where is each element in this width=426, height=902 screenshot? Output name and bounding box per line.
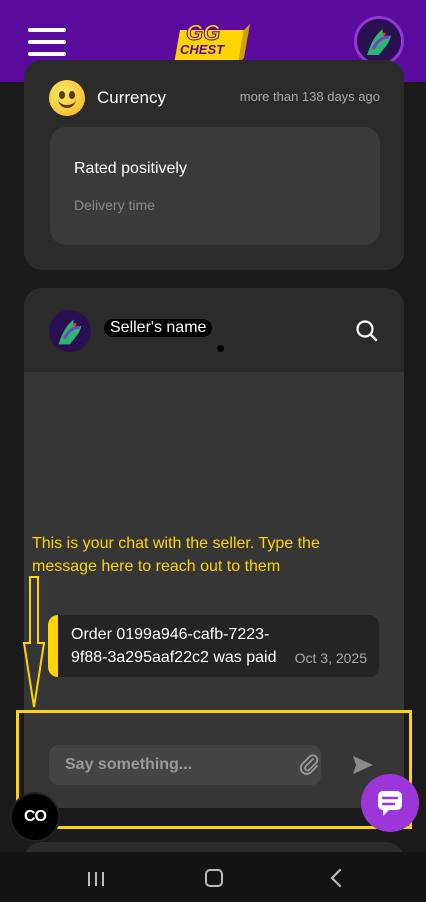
- input-highlight-box: [16, 710, 412, 829]
- smiley-emoji-icon: [49, 80, 85, 116]
- dragon-avatar-icon: [49, 310, 91, 352]
- message-date: Oct 3, 2025: [294, 650, 367, 666]
- annotation-arrow: [22, 576, 46, 708]
- review-detail-label: Delivery time: [74, 197, 155, 213]
- review-category: Currency: [97, 88, 166, 107]
- seller-avatar[interactable]: [49, 310, 91, 352]
- co-badge-label: CO: [24, 808, 47, 825]
- redaction-dot: [217, 345, 224, 352]
- chat-header: Seller's name: [24, 288, 404, 372]
- search-icon[interactable]: [354, 318, 380, 344]
- support-chat-button[interactable]: [361, 774, 419, 832]
- user-avatar[interactable]: [354, 16, 404, 66]
- chat-bubble-icon: [378, 791, 402, 816]
- logo-text-chest: CHEST: [180, 42, 225, 57]
- dragon-avatar-icon: [357, 19, 401, 63]
- home-icon[interactable]: [205, 869, 223, 887]
- tutorial-annotation: This is your chat with the seller. Type …: [32, 535, 320, 575]
- review-card: Currency more than 138 days ago Rated po…: [24, 60, 404, 270]
- recents-icon[interactable]: [86, 871, 106, 887]
- message-text: Order 0199a946-cafb-7223-9f88-3a295aaf22…: [71, 626, 277, 666]
- order-paid-message: Order 0199a946-cafb-7223-9f88-3a295aaf22…: [48, 615, 379, 677]
- review-rating-text: Rated positively: [74, 160, 187, 177]
- review-time: more than 138 days ago: [239, 89, 380, 104]
- review-content: Rated positively Delivery time: [50, 127, 380, 245]
- menu-icon[interactable]: [28, 28, 66, 56]
- co-badge-button[interactable]: CO: [10, 792, 60, 842]
- system-nav-bar: [0, 852, 426, 902]
- seller-name[interactable]: Seller's name: [104, 319, 213, 337]
- back-icon[interactable]: [328, 868, 344, 888]
